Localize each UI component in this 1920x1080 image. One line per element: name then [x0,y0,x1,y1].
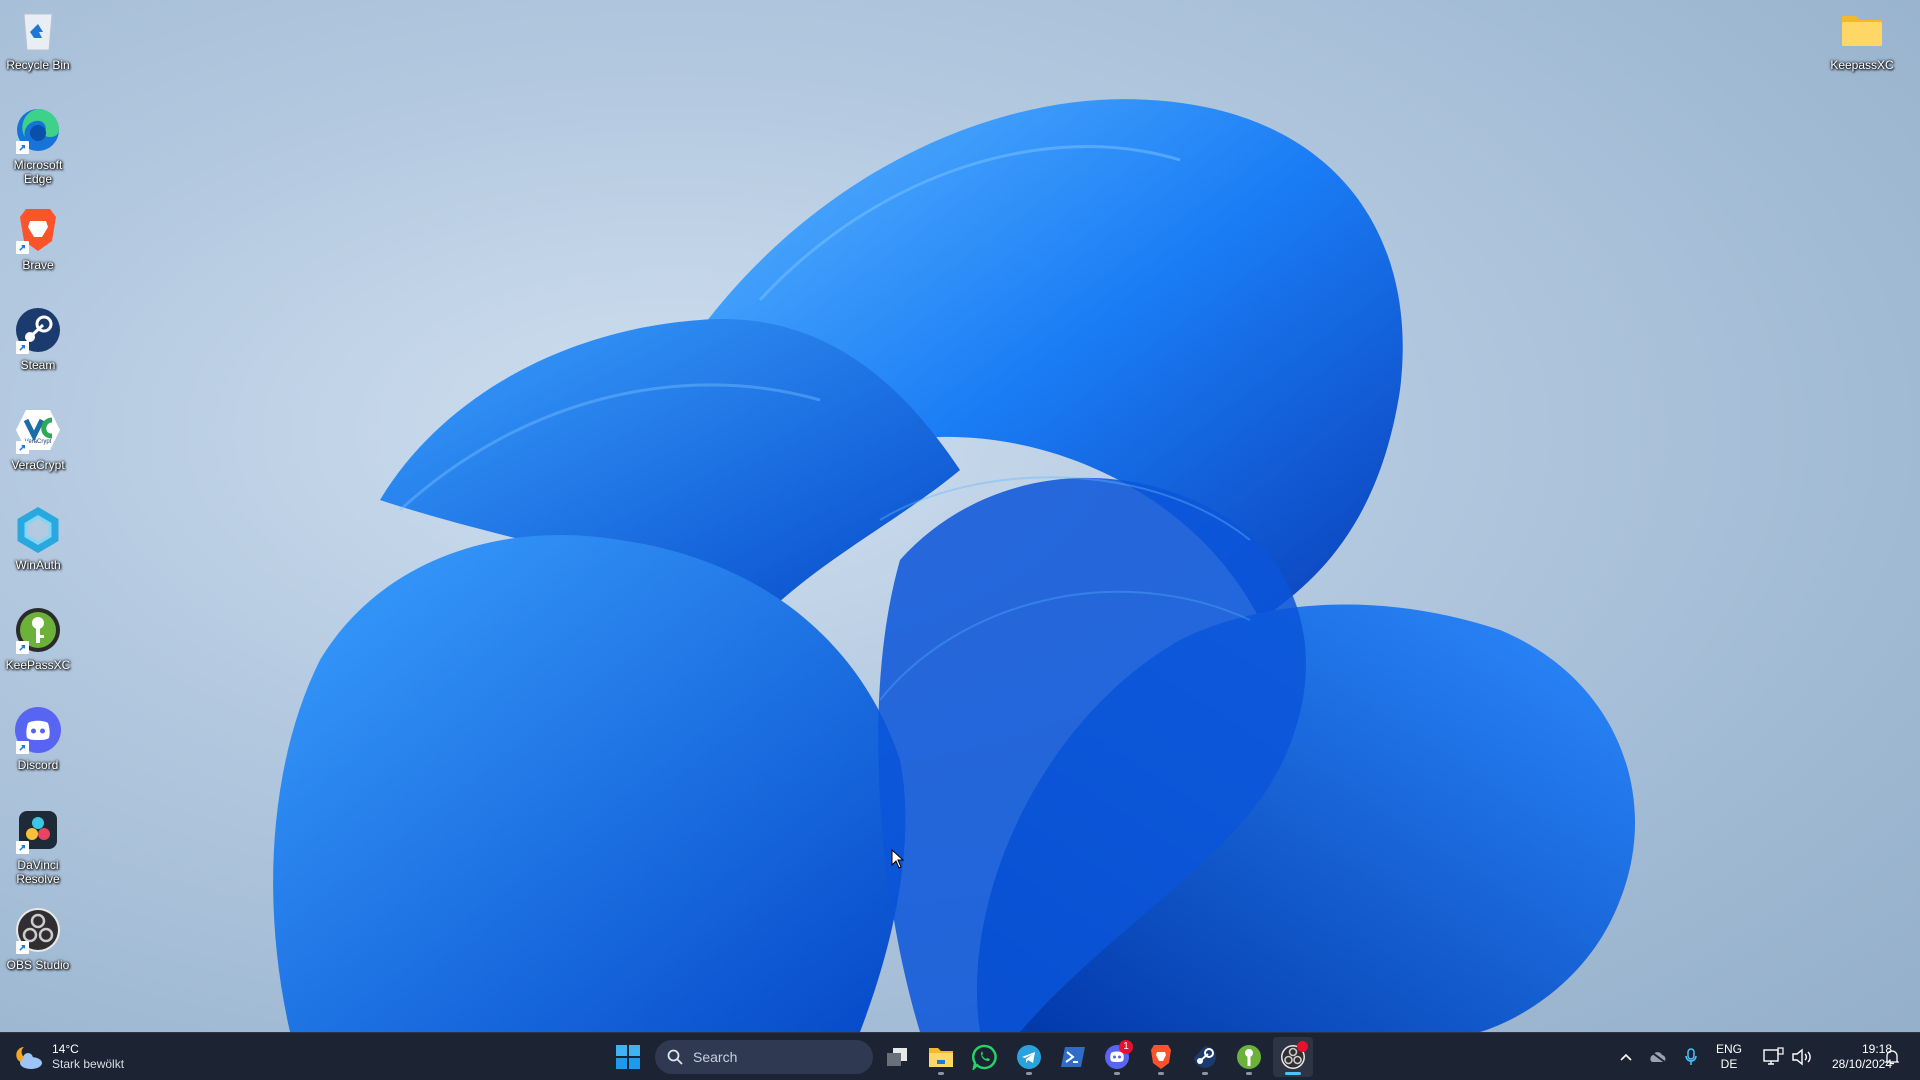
weather-widget[interactable]: 14°C Stark bewölkt [14,1039,124,1075]
network-volume-button[interactable] [1755,1039,1821,1075]
task-view-icon [887,1048,907,1066]
taskbar-app-powershell[interactable] [1053,1037,1093,1077]
shortcut-arrow-icon [16,641,29,654]
taskbar-app-brave[interactable] [1141,1037,1181,1077]
discord-icon [14,706,62,754]
winauth-icon [14,506,62,554]
desktop-icon-label: WinAuth [15,558,61,572]
desktop-icon-label: DaVinci Resolve [16,858,60,886]
shortcut-arrow-icon [16,341,29,354]
bell-icon [1885,1050,1899,1065]
whatsapp-icon [972,1044,997,1070]
desktop-icon-winauth[interactable]: WinAuth [0,506,76,572]
wallpaper [273,99,1635,1032]
running-indicator [1158,1072,1164,1075]
desktop-icon-davinci-resolve[interactable]: DaVinci Resolve [0,806,76,886]
taskbar-app-file-explorer[interactable] [921,1037,961,1077]
veracrypt-icon: VeraCrypt [14,406,62,454]
steam-icon [14,306,62,354]
microphone-icon [1685,1048,1697,1065]
desktop-icon-label: Brave [22,258,54,272]
desktop-icon-brave[interactable]: Brave [0,206,76,272]
desktop-icon-microsoft-edge[interactable]: Microsoft Edge [0,106,76,186]
running-indicator [1026,1072,1032,1075]
desktop-icon-obs-studio[interactable]: OBS Studio [0,906,76,972]
chevron-up-icon [1620,1053,1632,1061]
brave-icon [14,206,62,254]
running-indicator [1202,1072,1208,1075]
shortcut-arrow-icon [16,441,29,454]
edge-icon [14,106,62,154]
partly-cloudy-night-icon [16,1047,42,1069]
start-button[interactable] [608,1037,648,1077]
davinci-resolve-icon [14,806,62,854]
desktop-icon-label: Steam [20,358,56,372]
desktop-icon-label: OBS Studio [6,958,70,972]
keyboard-layout-label: DE [1720,1057,1738,1071]
desktop-icon-label: KeepassXC [1830,58,1894,72]
running-indicator [1246,1072,1252,1075]
search-placeholder: Search [693,1049,738,1065]
input-language-button[interactable]: ENG DE [1712,1039,1746,1075]
active-indicator [1285,1072,1301,1075]
folder-icon [1838,6,1886,54]
desktop-icon-label: Microsoft Edge [13,158,63,186]
taskbar-app-steam[interactable] [1185,1037,1225,1077]
desktop-icon-label: VeraCrypt [11,458,65,472]
show-hidden-icons-button[interactable] [1614,1045,1638,1069]
running-indicator [938,1072,944,1075]
recycle-bin-icon [14,6,62,54]
desktop-icon-label: Discord [17,758,59,772]
obs-studio-icon [14,906,62,954]
taskbar-app-obs-studio[interactable] [1273,1037,1313,1077]
search-input[interactable]: Search [655,1040,873,1074]
desktop-icon-discord[interactable]: Discord [0,706,76,772]
keepassxc-icon [14,606,62,654]
weather-condition: Stark bewölkt [52,1057,125,1071]
volume-icon [1792,1048,1811,1066]
file-explorer-icon [929,1048,953,1067]
mouse-cursor-icon [891,849,905,869]
onedrive-offline-icon [1649,1050,1667,1064]
desktop-icon-keepassxc-folder[interactable]: KeepassXC [1824,6,1900,72]
desktop-icon-veracrypt[interactable]: VeraCrypt VeraCrypt [0,406,76,472]
weather-temperature: 14°C [52,1042,79,1056]
onedrive-tray-button[interactable] [1646,1045,1670,1069]
notification-badge: 1 [1119,1040,1133,1054]
powershell-icon [1061,1047,1085,1067]
telegram-icon [1017,1045,1041,1069]
taskbar-app-keepassxc[interactable] [1229,1037,1269,1077]
shortcut-arrow-icon [16,841,29,854]
taskbar: 14°C Stark bewölkt Search 1 ENG DE 19:18… [0,1032,1920,1080]
shortcut-arrow-icon [16,141,29,154]
desktop-icon-label: KeePassXC [5,658,71,672]
windows-start-icon [616,1045,640,1069]
language-label: ENG [1715,1042,1742,1056]
microphone-tray-button[interactable] [1679,1045,1703,1069]
desktop-icon-steam[interactable]: Steam [0,306,76,372]
running-indicator [1114,1072,1120,1075]
brave-icon [1151,1045,1171,1069]
desktop-icon-recycle-bin[interactable]: Recycle Bin [0,6,76,72]
steam-icon [1194,1046,1216,1068]
desktop-icon-label: Recycle Bin [6,58,70,72]
taskbar-app-whatsapp[interactable] [965,1037,1005,1077]
keepassxc-icon [1237,1045,1261,1069]
taskbar-app-task-view[interactable] [877,1037,917,1077]
notifications-button[interactable] [1880,1045,1904,1069]
network-wired-icon [1763,1047,1784,1065]
taskbar-app-telegram[interactable] [1009,1037,1049,1077]
taskbar-app-discord[interactable]: 1 [1097,1037,1137,1077]
shortcut-arrow-icon [16,241,29,254]
search-icon [667,1049,683,1065]
desktop-icon-keepassxc[interactable]: KeePassXC [0,606,76,672]
bloom-petal-lower-left [273,535,906,1032]
shortcut-arrow-icon [16,941,29,954]
recording-indicator [1297,1041,1308,1052]
shortcut-arrow-icon [16,741,29,754]
